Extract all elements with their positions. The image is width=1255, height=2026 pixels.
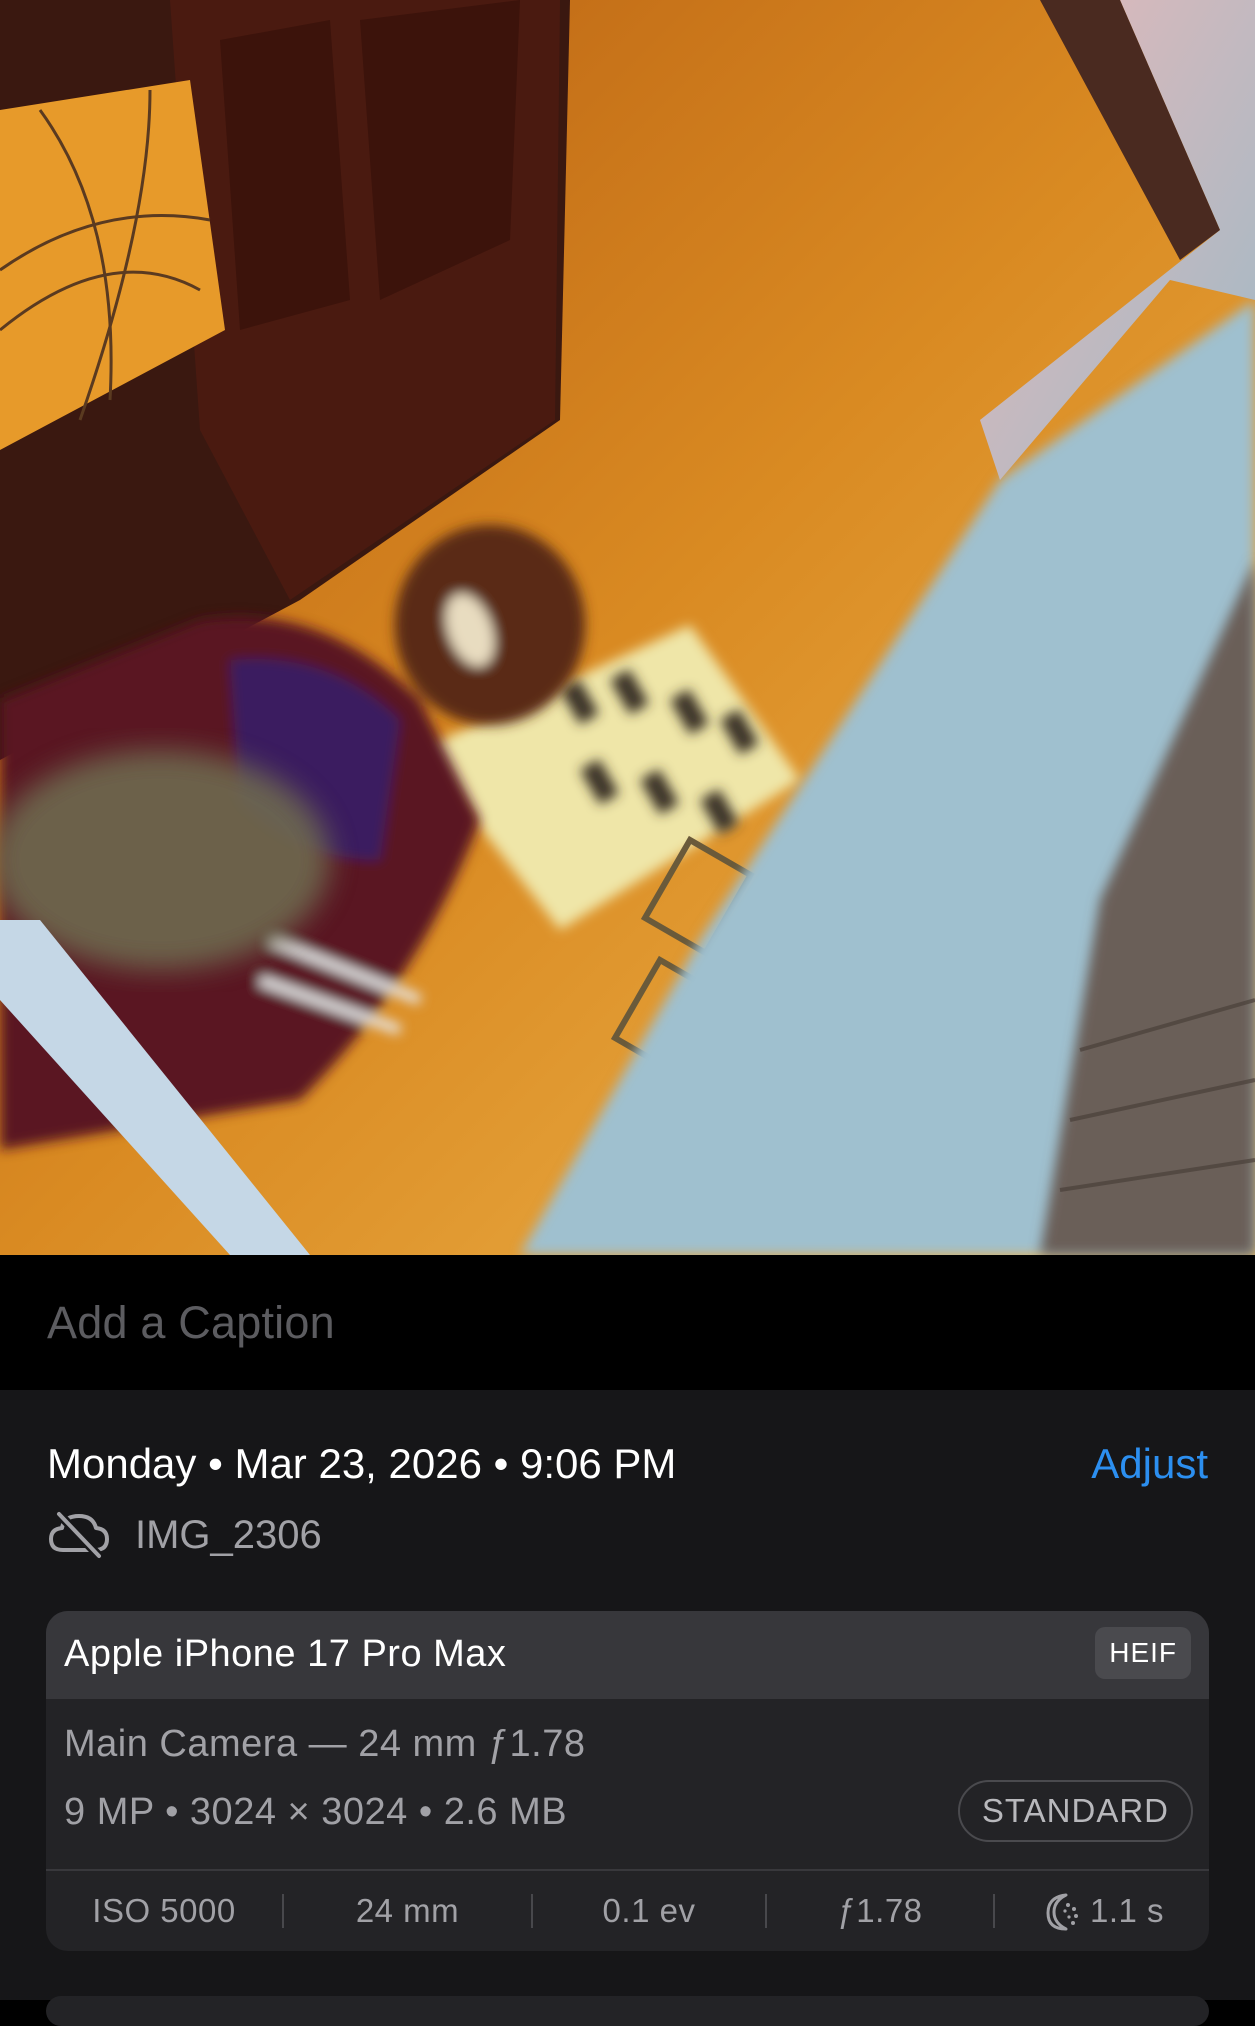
- aperture-value: ƒ1.78: [837, 1892, 923, 1929]
- iso-value: ISO 5000: [92, 1892, 236, 1929]
- format-badge: HEIF: [1095, 1627, 1191, 1679]
- file-line: IMG_2306: [47, 1505, 322, 1565]
- date-time: Monday • Mar 23, 2026 • 9:06 PM: [47, 1440, 677, 1487]
- focal-length-value: 24 mm: [355, 1892, 460, 1929]
- exif-row: ISO 5000 24 mm 0.1 ev ƒ1.78 1.1 s: [46, 1871, 1209, 1951]
- photo-image: [0, 0, 1255, 1255]
- profile-badge: STANDARD: [957, 1780, 1193, 1842]
- cloud-slash-icon: [47, 1510, 111, 1560]
- card-header: Apple iPhone 17 Pro Max HEIF: [46, 1611, 1209, 1699]
- shutter-speed-value: 1.1 s: [1089, 1892, 1165, 1929]
- info-panel: Monday • Mar 23, 2026 • 9:06 PM Adjust I…: [0, 1390, 1255, 2000]
- night-mode-icon: [1038, 1889, 1082, 1933]
- filename: IMG_2306: [135, 1512, 322, 1557]
- metadata-card: Apple iPhone 17 Pro Max HEIF Main Camera…: [46, 1611, 1209, 1951]
- photo-preview[interactable]: [0, 0, 1255, 1255]
- exposure-value: 0.1 ev: [602, 1892, 696, 1929]
- device-name: Apple iPhone 17 Pro Max: [64, 1633, 507, 1675]
- caption-input[interactable]: Add a Caption: [47, 1297, 335, 1349]
- image-specs: 9 MP • 3024 × 3024 • 2.6 MB: [64, 1791, 568, 1833]
- shutter-cell: 1.1 s: [995, 1871, 1207, 1951]
- next-card-edge: [46, 1996, 1209, 2026]
- adjust-button[interactable]: Adjust: [1091, 1440, 1208, 1488]
- caption-area[interactable]: Add a Caption: [0, 1255, 1255, 1390]
- lens-info: Main Camera — 24 mm ƒ1.78: [64, 1723, 586, 1765]
